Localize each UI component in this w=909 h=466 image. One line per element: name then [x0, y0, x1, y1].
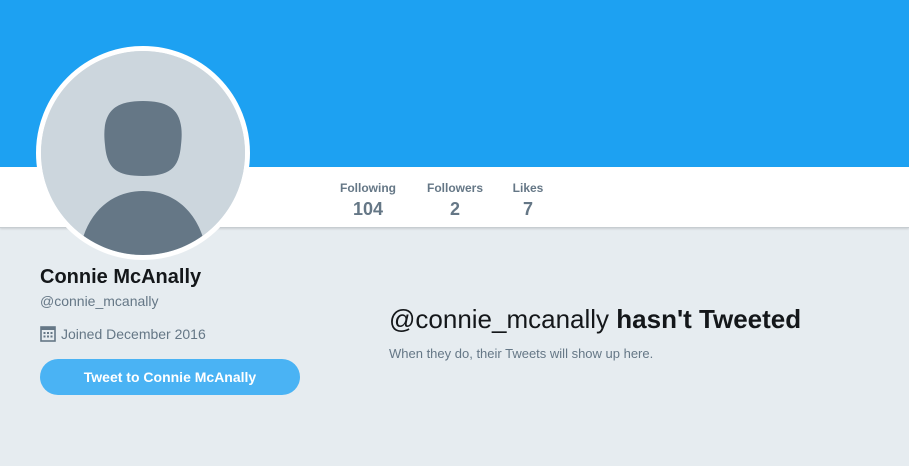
profile-handle: @connie_mcanally: [40, 293, 159, 309]
avatar[interactable]: [36, 46, 250, 260]
empty-timeline-suffix: hasn't Tweeted: [616, 304, 802, 334]
followers-stat[interactable]: Followers 2: [425, 181, 485, 221]
following-label: Following: [340, 181, 396, 195]
default-avatar-icon: [41, 51, 245, 255]
likes-stat[interactable]: Likes 7: [508, 181, 548, 221]
joined-date: Joined December 2016: [40, 326, 206, 342]
following-count: 104: [352, 199, 384, 219]
empty-timeline-subtitle: When they do, their Tweets will show up …: [389, 346, 654, 361]
empty-timeline-handle: @connie_mcanally: [389, 304, 610, 334]
likes-count: 7: [522, 199, 533, 219]
followers-count: 2: [449, 199, 460, 219]
profile-name[interactable]: Connie McAnally: [40, 266, 201, 289]
empty-timeline-title: @connie_mcanally hasn't Tweeted: [389, 304, 801, 335]
followers-label: Followers: [426, 181, 483, 195]
likes-label: Likes: [512, 181, 544, 195]
following-stat[interactable]: Following 104: [338, 181, 398, 221]
calendar-icon: [40, 326, 56, 342]
tweet-to-button[interactable]: Tweet to Connie McAnally: [40, 359, 300, 395]
joined-text: Joined December 2016: [61, 326, 206, 342]
